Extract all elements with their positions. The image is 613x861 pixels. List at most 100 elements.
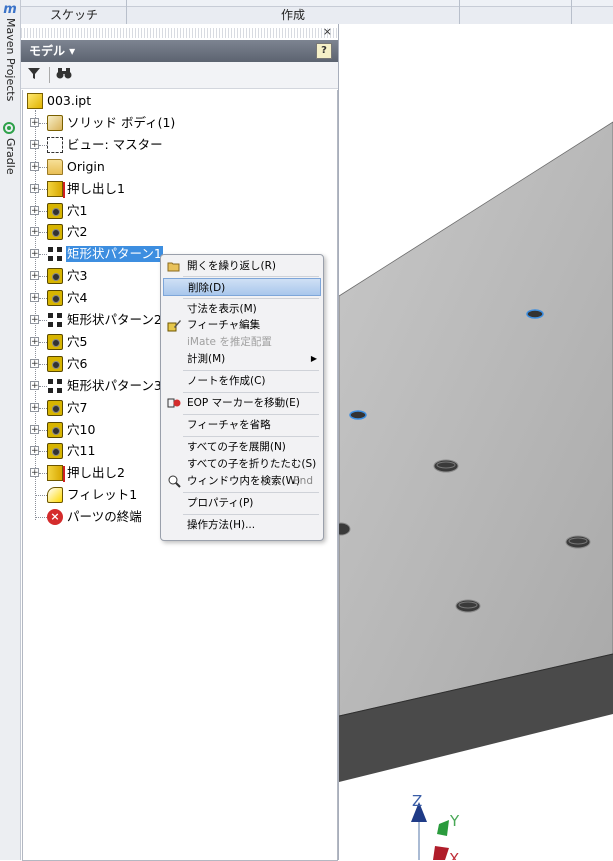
tree-item[interactable]: + 穴1: [23, 201, 337, 221]
menu-edit-feature[interactable]: フィーチャ編集: [163, 316, 321, 334]
expand-toggle-icon[interactable]: +: [30, 358, 39, 368]
tree-connector: [39, 232, 47, 234]
menu-move-eop[interactable]: EOP マーカーを移動(E): [163, 394, 321, 412]
tree-item[interactable]: + Origin: [23, 157, 337, 177]
tree-item-label: ソリッド ボディ(1): [67, 114, 176, 130]
tool-window-strip: m Maven Projects Gradle: [0, 0, 21, 860]
binoculars-icon[interactable]: [55, 66, 73, 84]
expand-toggle-icon[interactable]: +: [30, 271, 39, 281]
tree-connector: [35, 495, 47, 497]
tree-item[interactable]: + 穴2: [23, 222, 337, 242]
plate-top-face: [339, 121, 613, 717]
eop-marker-icon: [167, 396, 181, 410]
tree-item[interactable]: + ソリッド ボディ(1): [23, 113, 337, 133]
menu-delete[interactable]: 削除(D): [163, 278, 321, 296]
hole-icon: [47, 333, 63, 350]
tree-item-label: 穴5: [67, 333, 88, 349]
tree-connector: [39, 363, 47, 365]
tree-item-label: フィレット1: [67, 487, 138, 503]
menu-find-in-window[interactable]: ウィンドウ内を検索(W) End: [163, 472, 321, 490]
open-folder-icon: [167, 259, 181, 273]
tree-item-label: 穴11: [67, 443, 96, 459]
menu-properties[interactable]: プロパティ(P): [163, 494, 321, 512]
tree-item[interactable]: + 押し出し1: [23, 179, 337, 199]
expand-toggle-icon[interactable]: +: [30, 205, 39, 215]
expand-toggle-icon[interactable]: +: [30, 446, 39, 456]
expand-toggle-icon[interactable]: +: [30, 402, 39, 412]
tree-connector: [39, 473, 47, 475]
expand-toggle-icon[interactable]: +: [30, 161, 39, 171]
pattern-icon: [47, 246, 63, 262]
menu-create-note[interactable]: ノートを作成(C): [163, 372, 321, 390]
tree-item[interactable]: + ビュー: マスター: [23, 135, 337, 155]
expand-toggle-icon[interactable]: +: [30, 183, 39, 193]
maven-projects-tab[interactable]: Maven Projects: [1, 18, 19, 101]
menu-how-to[interactable]: 操作方法(H)...: [163, 516, 321, 534]
toolbar-separator: [49, 67, 50, 83]
axis-y-label: Y: [449, 812, 460, 830]
gradle-tab[interactable]: Gradle: [1, 138, 19, 175]
filter-icon[interactable]: [25, 66, 43, 84]
browser-toolbar: [21, 62, 338, 89]
menu-separator: [183, 370, 319, 371]
expand-toggle-icon[interactable]: +: [30, 315, 39, 325]
tree-item-label: 押し出し1: [67, 180, 125, 196]
ribbon-separator: [459, 0, 460, 24]
expand-toggle-icon[interactable]: +: [30, 139, 39, 149]
tree-connector: [39, 451, 47, 453]
view-triad: Z Y X: [411, 792, 460, 860]
tree-item-label: 穴4: [67, 290, 88, 306]
menu-separator: [183, 492, 319, 493]
menu-separator: [183, 392, 319, 393]
menu-repeat[interactable]: 開くを繰り返し(R): [163, 257, 321, 275]
tree-connector: [39, 407, 47, 409]
hole-icon: [47, 268, 63, 285]
tree-item-label: 穴7: [67, 399, 88, 415]
hole-icon: [47, 355, 63, 372]
part-icon: [27, 93, 43, 109]
tree-connector: [39, 144, 47, 146]
tree-connector: [39, 298, 47, 300]
menu-suppress-feature[interactable]: フィーチャを省略: [163, 416, 321, 434]
expand-toggle-icon[interactable]: +: [30, 293, 39, 303]
gradle-icon: [3, 122, 15, 134]
tree-connector: [35, 517, 47, 519]
folder-icon: [47, 158, 63, 175]
tree-item-label: Origin: [67, 158, 105, 174]
menu-expand-all[interactable]: すべての子を展開(N): [163, 438, 321, 456]
expand-toggle-icon[interactable]: +: [30, 227, 39, 237]
graphics-viewport[interactable]: Z Y X: [339, 24, 613, 860]
ribbon-tab-bar: スケッチ 作成: [0, 0, 613, 25]
menu-measure[interactable]: 計測(M) ▶: [163, 350, 321, 368]
help-icon[interactable]: ?: [316, 43, 332, 59]
tree-connector: [39, 320, 47, 321]
menu-imate[interactable]: iMate を推定配置: [163, 333, 321, 351]
tree-root-item[interactable]: 003.ipt: [23, 91, 337, 111]
hole-icon: [47, 399, 63, 416]
edit-feature-icon: [167, 318, 181, 332]
extrude-icon: [47, 180, 65, 198]
menu-collapse-all[interactable]: すべての子を折りたたむ(S): [163, 455, 321, 473]
tree-connector: [39, 166, 47, 168]
expand-toggle-icon[interactable]: +: [30, 249, 39, 259]
expand-toggle-icon[interactable]: +: [30, 336, 39, 346]
menu-separator: [183, 298, 319, 299]
menu-separator: [183, 436, 319, 437]
ribbon-top-edge: [0, 0, 613, 7]
panel-drag-handle[interactable]: [21, 28, 338, 38]
context-menu: 開くを繰り返し(R) 削除(D) 寸法を表示(M) フィーチャ編集 iMate …: [160, 254, 324, 541]
expand-toggle-icon[interactable]: +: [30, 380, 39, 390]
model-panel-header[interactable]: モデル ▾ ?: [21, 40, 338, 62]
view-icon: [47, 136, 63, 153]
menu-separator: [183, 276, 319, 277]
axis-z-label: Z: [412, 792, 422, 810]
expand-toggle-icon[interactable]: +: [30, 117, 39, 127]
expand-toggle-icon[interactable]: +: [30, 424, 39, 434]
tree-connector: [39, 254, 47, 256]
panel-close-icon[interactable]: ×: [323, 25, 332, 38]
model-panel-title[interactable]: モデル ▾: [29, 40, 75, 62]
expand-toggle-icon[interactable]: +: [30, 468, 39, 478]
tree-connector: [39, 385, 47, 387]
tab-create[interactable]: 作成: [127, 7, 459, 24]
tab-sketch[interactable]: スケッチ: [22, 7, 126, 24]
